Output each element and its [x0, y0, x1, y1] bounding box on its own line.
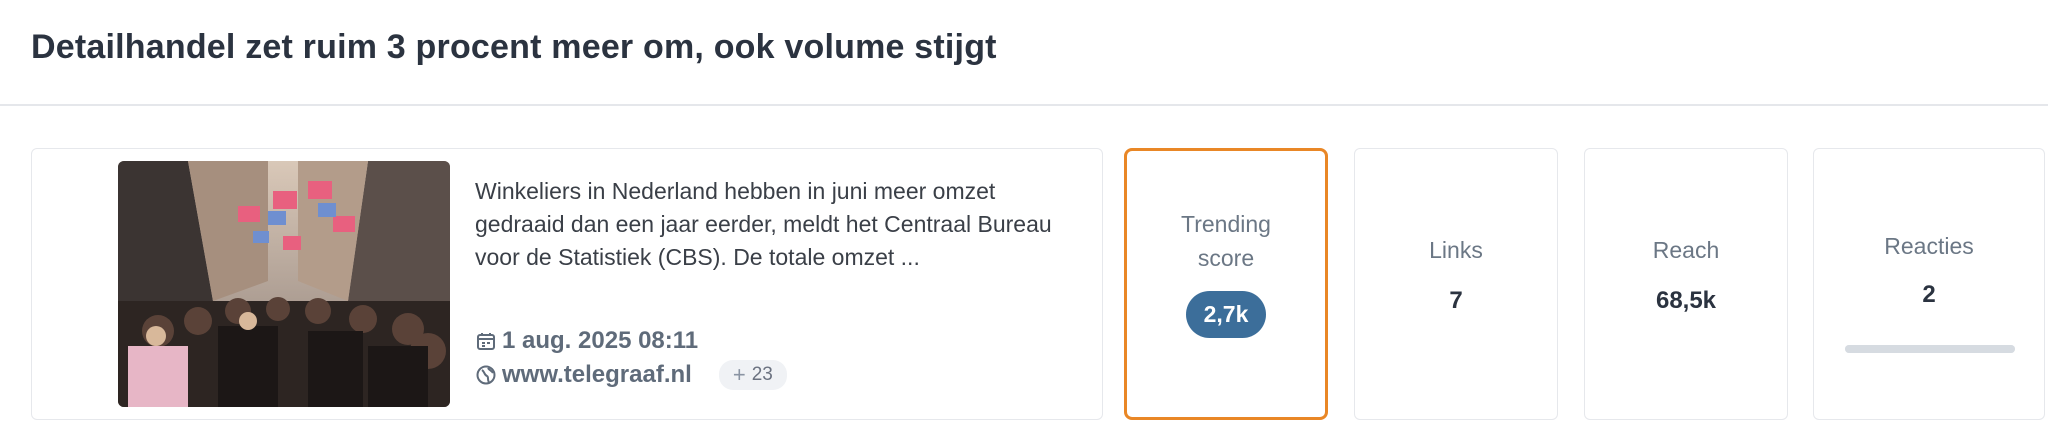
trending-score-badge: 2,7k — [1185, 291, 1267, 338]
source-row: www.telegraaf.nl + 23 — [475, 358, 1075, 392]
reacties-value: 2 — [1922, 281, 1936, 308]
calendar-icon — [475, 330, 497, 352]
article-source-link[interactable]: www.telegraaf.nl — [502, 361, 692, 389]
reacties-label: Reacties — [1884, 233, 1974, 259]
extra-sources-badge[interactable]: + 23 — [718, 360, 787, 390]
extra-sources-count: 23 — [751, 364, 773, 385]
links-label: Links — [1429, 237, 1483, 263]
reacties-card[interactable]: Reacties 2 — [1813, 148, 2045, 420]
reach-label: Reach — [1652, 237, 1720, 263]
links-card[interactable]: Links 7 — [1354, 148, 1558, 420]
plus-icon: + — [732, 362, 746, 387]
article-date: 1 aug. 2025 08:11 — [502, 327, 699, 354]
globe-icon — [475, 364, 497, 386]
reach-card[interactable]: Reach 68,5k — [1584, 148, 1788, 420]
reach-value: 68,5k — [1655, 287, 1717, 314]
reacties-progress-fill — [1845, 345, 2015, 353]
reacties-progress-bar — [1845, 345, 2015, 353]
trending-score-card[interactable]: Trending score 2,7k — [1124, 148, 1328, 420]
article-card[interactable]: Winkeliers in Nederland hebben in juni m… — [31, 148, 1103, 420]
links-value: 7 — [1449, 287, 1463, 314]
trending-label: Trending score — [1181, 211, 1271, 271]
article-thumbnail[interactable] — [118, 161, 450, 407]
article-title[interactable]: Detailhandel zet ruim 3 procent meer om,… — [31, 28, 997, 67]
date-row: 1 aug. 2025 08:11 — [475, 324, 1075, 358]
article-summary: Winkeliers in Nederland hebben in juni m… — [475, 178, 1052, 270]
article-meta: 1 aug. 2025 08:11 www.telegraaf.nl + 23 — [475, 324, 1075, 392]
street-photo-image — [118, 161, 450, 407]
page-header: Detailhandel zet ruim 3 procent meer om,… — [0, 0, 2048, 106]
